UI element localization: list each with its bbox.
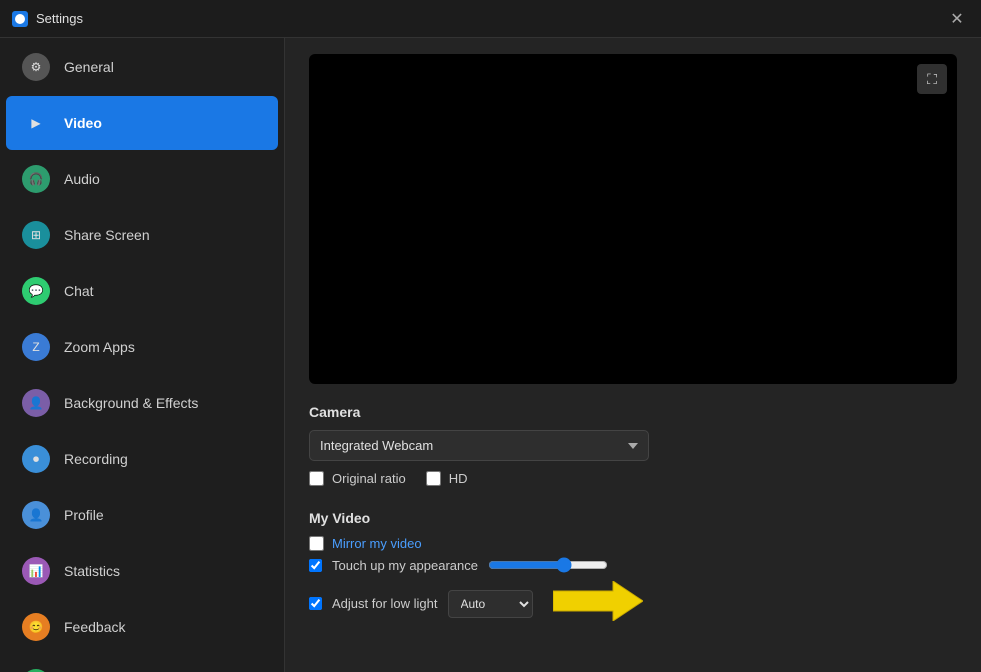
feedback-icon: 😊	[22, 613, 50, 641]
sidebar-item-profile[interactable]: 👤 Profile	[6, 488, 278, 542]
touchup-label: Touch up my appearance	[332, 558, 478, 573]
my-video-section: My Video Mirror my video Touch up my app…	[309, 510, 957, 626]
arrow-annotation	[553, 581, 643, 626]
video-icon: ▶	[22, 109, 50, 137]
low-light-row: Adjust for low light Auto Manual Disable…	[309, 581, 957, 626]
camera-options-row: Original ratio HD	[309, 471, 957, 492]
sidebar-item-statistics[interactable]: 📊 Statistics	[6, 544, 278, 598]
hd-checkbox[interactable]	[426, 471, 441, 486]
main-layout: ⚙ General ▶ Video 🎧 Audio ⊞ Share Screen 💬 Chat ZZ…	[0, 38, 981, 672]
sidebar-label-chat: Chat	[64, 283, 94, 299]
zoom-apps-icon: Z	[22, 333, 50, 361]
sidebar-label-audio: Audio	[64, 171, 100, 187]
mirror-checkbox[interactable]	[309, 536, 324, 551]
camera-select[interactable]: Integrated Webcam	[309, 430, 649, 461]
low-light-select[interactable]: Auto Manual Disabled	[448, 590, 533, 618]
title-bar: Settings ✕	[0, 0, 981, 38]
sidebar-item-share-screen[interactable]: ⊞ Share Screen	[6, 208, 278, 262]
sidebar-item-audio[interactable]: 🎧 Audio	[6, 152, 278, 206]
recording-icon: ⏺	[22, 445, 50, 473]
mirror-row: Mirror my video	[309, 536, 957, 551]
sidebar-item-zoom-apps[interactable]: Z Zoom Apps	[6, 320, 278, 374]
chat-icon: 💬	[22, 277, 50, 305]
sidebar-label-statistics: Statistics	[64, 563, 120, 579]
sidebar-label-video: Video	[64, 115, 102, 131]
touchup-checkbox[interactable]	[309, 559, 322, 572]
sidebar-label-feedback: Feedback	[64, 619, 125, 635]
content-area: ⛶ Camera Integrated Webcam Original rati…	[285, 38, 981, 672]
profile-icon: 👤	[22, 501, 50, 529]
camera-section-title: Camera	[309, 404, 957, 420]
low-light-label: Adjust for low light	[332, 596, 438, 611]
hd-row: HD	[426, 471, 468, 486]
camera-section: Camera Integrated Webcam Original ratio …	[309, 404, 957, 492]
appearance-slider[interactable]	[488, 557, 608, 573]
sidebar-item-feedback[interactable]: 😊 Feedback	[6, 600, 278, 654]
sidebar-item-chat[interactable]: 💬 Chat	[6, 264, 278, 318]
low-light-checkbox[interactable]	[309, 597, 322, 610]
sidebar-label-recording: Recording	[64, 451, 128, 467]
content-inner: ⛶ Camera Integrated Webcam Original rati…	[285, 38, 981, 642]
app-icon	[12, 11, 28, 27]
statistics-icon: 📊	[22, 557, 50, 585]
mirror-label: Mirror my video	[332, 536, 422, 551]
sidebar-item-background[interactable]: 👤 Background & Effects	[6, 376, 278, 430]
sidebar: ⚙ General ▶ Video 🎧 Audio ⊞ Share Screen 💬 Chat ZZ…	[0, 38, 285, 672]
original-ratio-checkbox[interactable]	[309, 471, 324, 486]
general-icon: ⚙	[22, 53, 50, 81]
background-icon: 👤	[22, 389, 50, 417]
title-bar-left: Settings	[12, 11, 83, 27]
original-ratio-label: Original ratio	[332, 471, 406, 486]
share-screen-icon: ⊞	[22, 221, 50, 249]
touchup-row: Touch up my appearance	[309, 557, 957, 573]
original-ratio-row: Original ratio	[309, 471, 406, 486]
sidebar-item-video[interactable]: ▶ Video	[6, 96, 278, 150]
sidebar-item-general[interactable]: ⚙ General	[6, 40, 278, 94]
close-button[interactable]: ✕	[945, 7, 969, 31]
sidebar-label-general: General	[64, 59, 114, 75]
my-video-title: My Video	[309, 510, 957, 526]
hd-label: HD	[449, 471, 468, 486]
sidebar-label-profile: Profile	[64, 507, 104, 523]
expand-button[interactable]: ⛶	[917, 64, 947, 94]
sidebar-item-recording[interactable]: ⏺ Recording	[6, 432, 278, 486]
sidebar-label-zoom-apps: Zoom Apps	[64, 339, 135, 355]
audio-icon: 🎧	[22, 165, 50, 193]
window-title: Settings	[36, 11, 83, 26]
camera-preview: ⛶	[309, 54, 957, 384]
sidebar-label-background: Background & Effects	[64, 395, 198, 411]
sidebar-label-share-screen: Share Screen	[64, 227, 150, 243]
sidebar-item-keyboard[interactable]: ⌨Keyboard Shortcuts	[6, 656, 278, 672]
